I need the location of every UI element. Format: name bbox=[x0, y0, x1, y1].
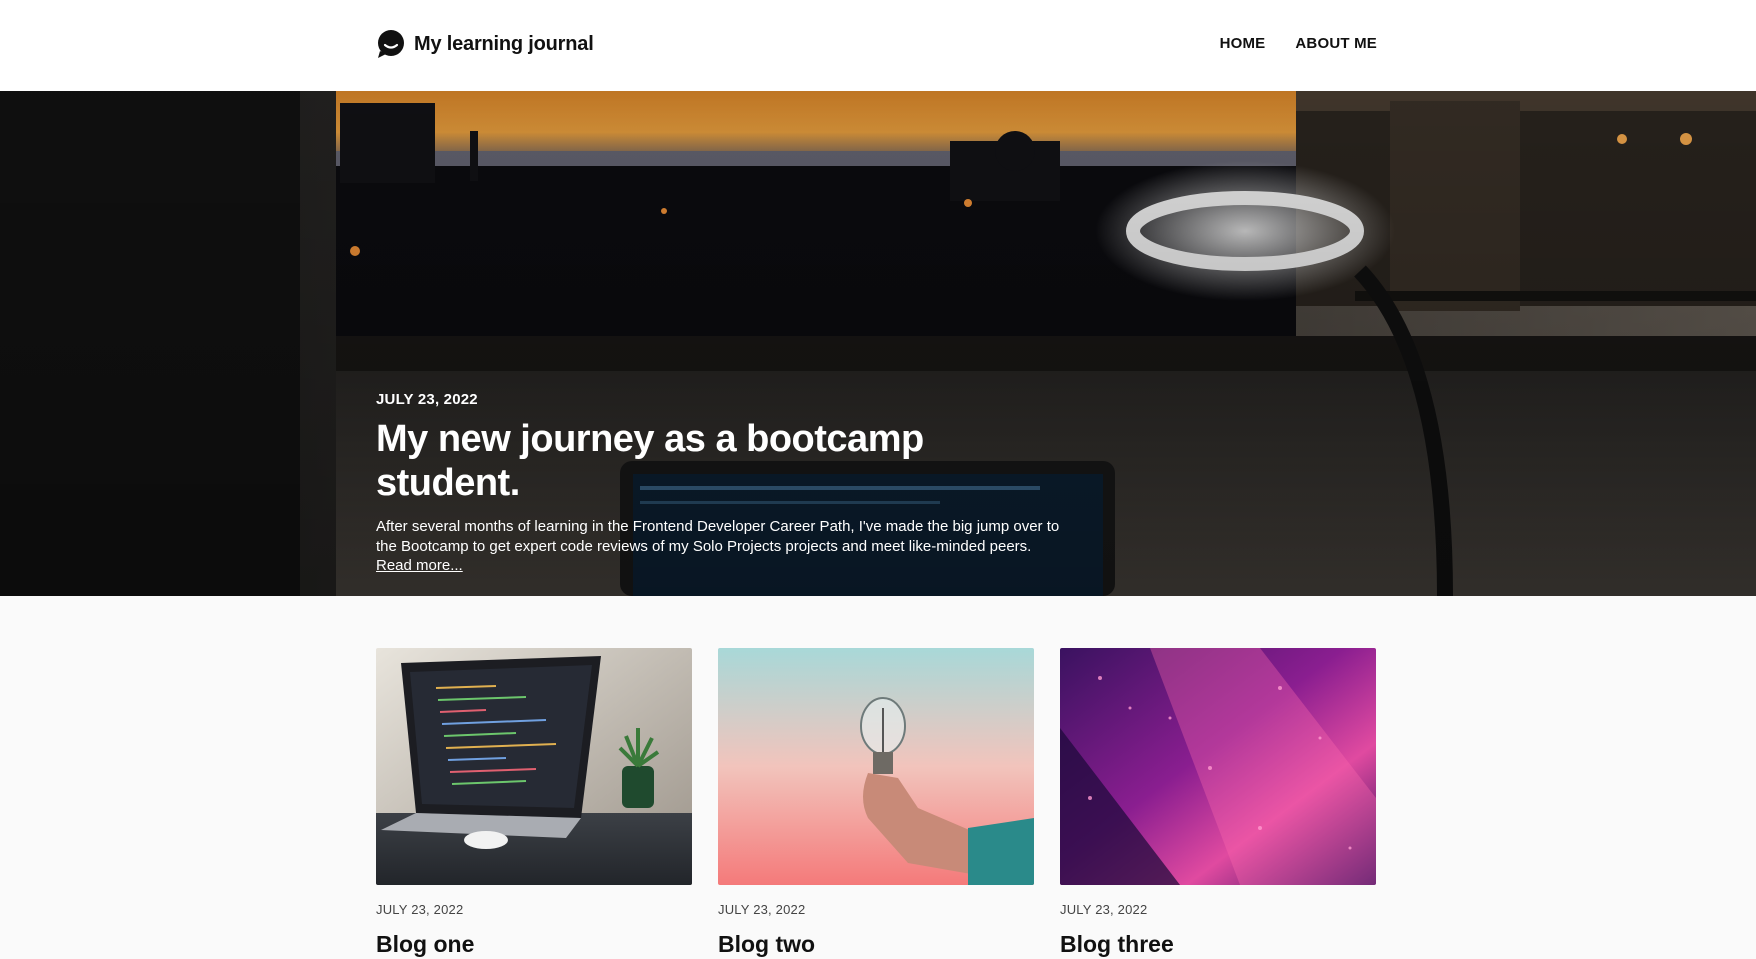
blog-card-image-link[interactable] bbox=[718, 648, 1034, 885]
blog-card[interactable]: JULY 23, 2022 Blog one bbox=[376, 648, 692, 958]
hero-excerpt: After several months of learning in the … bbox=[376, 518, 1060, 556]
logo-link[interactable]: My learning journal bbox=[376, 29, 594, 59]
hero-title: My new journey as a bootcamp student. bbox=[376, 418, 924, 504]
blog-card-title: Blog three bbox=[1060, 931, 1174, 957]
blog-post-list: JULY 23, 2022 Blog one JULY 23, 2022 Blo… bbox=[376, 648, 1379, 958]
blog-card[interactable]: JULY 23, 2022 Blog three bbox=[1060, 648, 1376, 958]
nav-about-me[interactable]: ABOUT ME bbox=[1295, 35, 1377, 52]
site-header: My learning journal HOME ABOUT ME bbox=[0, 0, 1756, 91]
nav-home[interactable]: HOME bbox=[1220, 35, 1266, 52]
blog-card-image-link[interactable] bbox=[376, 648, 692, 885]
blog-card[interactable]: JULY 23, 2022 Blog two bbox=[718, 648, 1034, 958]
chat-bubble-icon bbox=[378, 30, 404, 58]
laptop-code-image bbox=[376, 648, 692, 885]
blog-card-date: JULY 23, 2022 bbox=[718, 902, 806, 917]
blog-card-date: JULY 23, 2022 bbox=[376, 902, 464, 917]
blog-card-title: Blog one bbox=[376, 931, 475, 957]
read-more-link[interactable]: Read more... bbox=[376, 557, 463, 574]
hero-date: JULY 23, 2022 bbox=[376, 391, 478, 408]
blog-card-image-link[interactable] bbox=[1060, 648, 1376, 885]
neon-rain-image bbox=[1060, 648, 1376, 885]
site-title: My learning journal bbox=[414, 32, 594, 55]
blog-card-date: JULY 23, 2022 bbox=[1060, 902, 1148, 917]
featured-post-hero: JULY 23, 2022 My new journey as a bootca… bbox=[0, 91, 1756, 596]
hero-content: JULY 23, 2022 My new journey as a bootca… bbox=[376, 391, 1076, 575]
lightbulb-image bbox=[718, 648, 1034, 885]
blog-card-title: Blog two bbox=[718, 931, 816, 957]
main-nav: HOME ABOUT ME bbox=[1220, 35, 1377, 52]
